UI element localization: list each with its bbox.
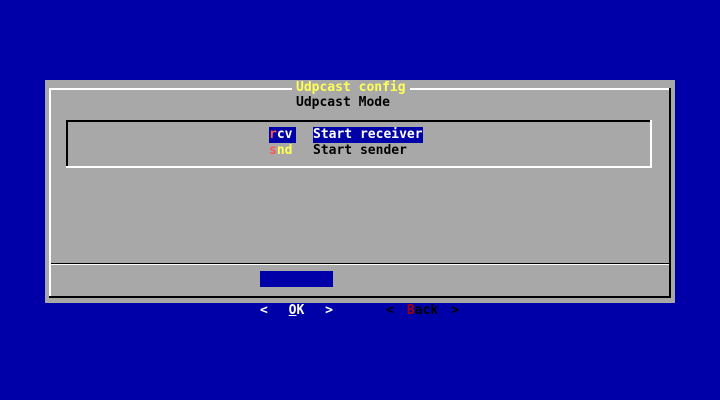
menu-item-tag-rest: nd bbox=[276, 143, 293, 158]
menu-item-hotkey: r bbox=[269, 127, 277, 142]
menu-border-right bbox=[650, 120, 652, 168]
menu-item-tag-rest: cv bbox=[276, 127, 293, 142]
back-button-label: Back bbox=[406, 303, 439, 318]
back-button[interactable]: < Back > bbox=[386, 271, 459, 318]
button-divider bbox=[51, 264, 669, 265]
menu-item-hotkey: s bbox=[269, 143, 277, 158]
ok-button-left-bracket: < bbox=[260, 303, 268, 318]
menu-item-start-sender[interactable]: snd Start sender bbox=[269, 143, 407, 159]
menu-border-bottom bbox=[66, 166, 652, 168]
dialog-border-bottom bbox=[49, 296, 671, 298]
dialog-border-left bbox=[49, 88, 51, 298]
menu-item-label: Start receiver bbox=[313, 127, 423, 143]
udpcast-config-dialog: Udpcast config Udpcast Mode rcv Start rec… bbox=[45, 80, 675, 318]
dialog-border-right bbox=[669, 88, 671, 298]
back-button-left-bracket: < bbox=[386, 303, 394, 318]
menu-item-label: Start sender bbox=[313, 143, 407, 158]
menu-item-tag: rcv bbox=[269, 127, 296, 143]
back-button-right-bracket: > bbox=[451, 303, 459, 318]
menu-item-tag: snd bbox=[269, 143, 296, 159]
ok-button[interactable]: < OK > bbox=[260, 271, 333, 318]
dialog-subtitle: Udpcast Mode bbox=[296, 95, 390, 110]
menu-border-top bbox=[66, 120, 652, 122]
ok-button-right-bracket: > bbox=[325, 303, 333, 318]
menu-item-start-receiver[interactable]: rcv Start receiver bbox=[269, 127, 423, 143]
screen-background: Udpcast config Udpcast Mode rcv Start rec… bbox=[0, 0, 720, 400]
dialog-title: Udpcast config bbox=[292, 80, 410, 96]
ok-button-label: OK bbox=[288, 303, 305, 318]
menu-border-left bbox=[66, 120, 68, 168]
